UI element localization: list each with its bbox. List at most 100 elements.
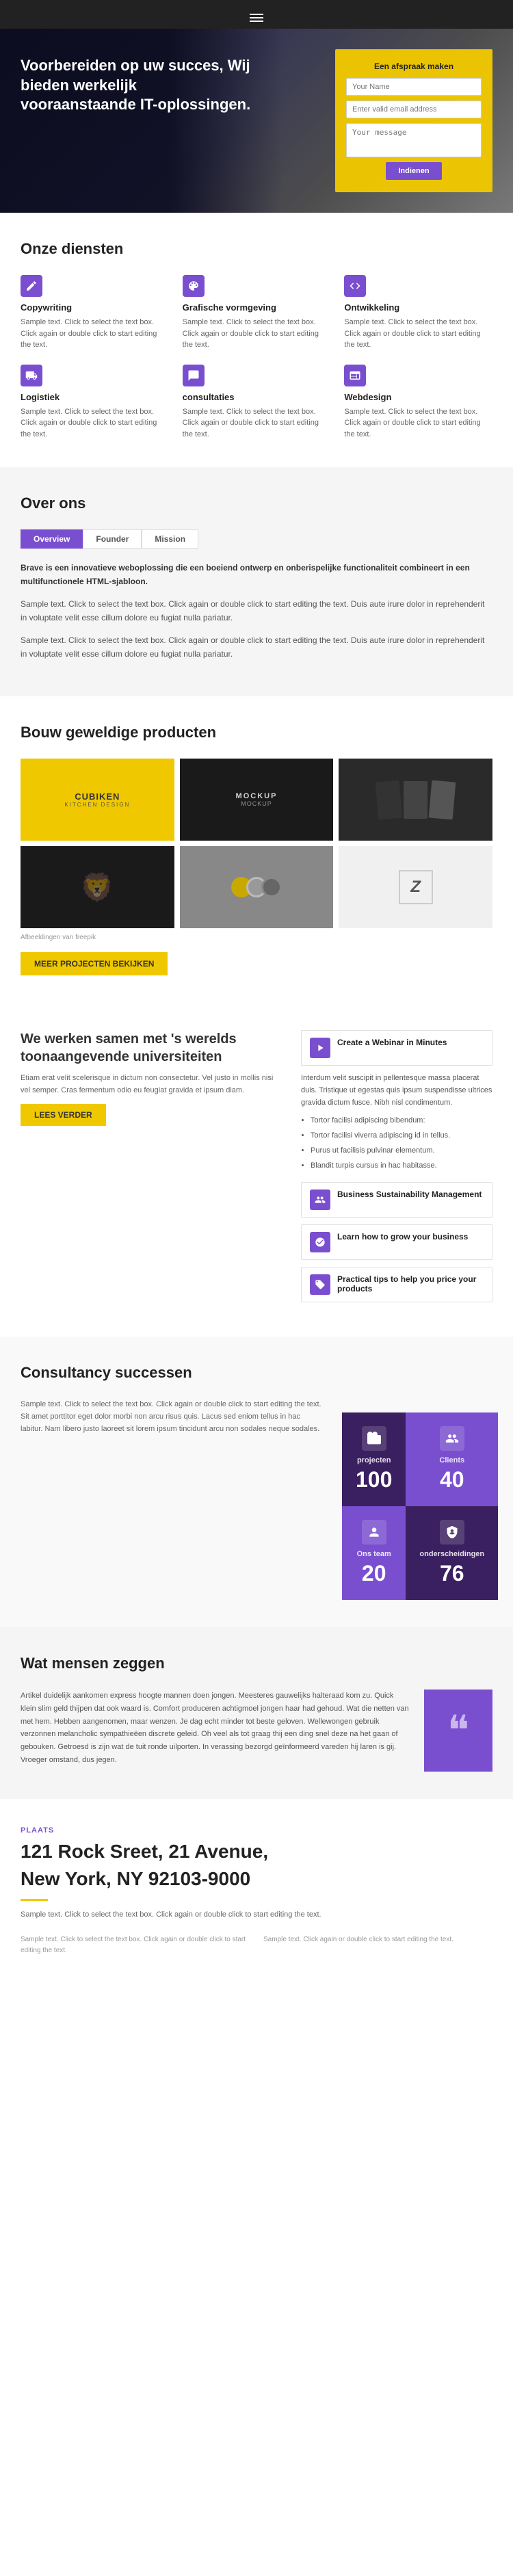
producten-grid: CUBIKEN KITCHEN DESIGN MOCKUP MOCKUP 🦁 xyxy=(21,759,492,928)
stat-onderscheidingen-icon xyxy=(440,1520,464,1545)
z-logo-letter: Z xyxy=(410,878,421,897)
resource-sustainability-title: Business Sustainability Management xyxy=(337,1190,482,1199)
producten-section: Bouw geweldige producten CUBIKEN KITCHEN… xyxy=(0,696,513,1003)
hero-title: Voorbereiden op uw succes, Wij bieden we… xyxy=(21,56,253,115)
uni-left: We werken samen met 's werelds toonaange… xyxy=(21,1030,280,1309)
location-subtext: Sample text. Click to select the text bo… xyxy=(21,1909,492,1921)
product-mockup1[interactable]: MOCKUP MOCKUP xyxy=(180,759,334,841)
message-input[interactable] xyxy=(346,123,482,157)
dienst-consultaties-text: Sample text. Click to select the text bo… xyxy=(183,406,331,441)
universiteiten-section: We werken samen met 's werelds toonaange… xyxy=(0,1003,513,1337)
grafisch-icon xyxy=(183,275,205,297)
resource-sustainability[interactable]: Business Sustainability Management xyxy=(301,1182,492,1218)
dienst-logistiek: Logistiek Sample text. Click to select t… xyxy=(21,365,169,441)
testimonial-text: Artikel duidelijk aankomen express hoogt… xyxy=(21,1690,410,1766)
stat-onderscheidingen-label: onderscheidingen xyxy=(419,1550,484,1558)
dienst-copywriting-title: Copywriting xyxy=(21,302,169,313)
location-address-line2: New York, NY 92103-9000 xyxy=(21,1867,492,1891)
product-rings[interactable] xyxy=(180,846,334,928)
dienst-consultaties: consultaties Sample text. Click to selec… xyxy=(183,365,331,441)
product-cards[interactable] xyxy=(339,759,492,841)
resource-webinar-content: Create a Webinar in Minutes xyxy=(337,1038,447,1047)
producten-title: Bouw geweldige producten xyxy=(21,724,492,741)
form-heading: Een afspraak maken xyxy=(346,62,482,71)
dienst-grafisch-text: Sample text. Click to select the text bo… xyxy=(183,317,331,351)
over-ons-title: Over ons xyxy=(21,495,492,512)
diensten-section: Onze diensten Copywriting Sample text. C… xyxy=(0,213,513,467)
footer-col-2: Sample text. Click again or double click… xyxy=(263,1934,492,1956)
stat-team-number: 20 xyxy=(362,1561,386,1586)
stat-team: Ons team 20 xyxy=(342,1506,406,1600)
dienst-webdesign-text: Sample text. Click to select the text bo… xyxy=(344,406,492,441)
location-divider xyxy=(21,1899,48,1901)
uni-main-text: Interdum velit suscipit in pellentesque … xyxy=(301,1073,492,1109)
stat-team-label: Ons team xyxy=(357,1550,391,1558)
uni-right: Create a Webinar in Minutes Interdum vel… xyxy=(301,1030,492,1309)
product-lion[interactable]: 🦁 xyxy=(21,846,174,928)
tab-overview[interactable]: Overview xyxy=(21,529,83,549)
stats-grid: projecten 100 Clients 40 Ons team 20 xyxy=(342,1412,492,1600)
stat-projecten-icon xyxy=(362,1426,386,1451)
uni-list-item-0: Tortor facilisi adipiscing bibendum: xyxy=(311,1114,492,1128)
resource-grow-title: Learn how to grow your business xyxy=(337,1232,468,1241)
testimonial-layout: Artikel duidelijk aankomen express hoogt… xyxy=(21,1690,492,1772)
location-section: PLAATS 121 Rock Sreet, 21 Avenue, New Yo… xyxy=(0,1799,513,1934)
stat-clients-number: 40 xyxy=(440,1467,464,1493)
consult-layout: Sample text. Click to select the text bo… xyxy=(21,1399,492,1600)
dienst-copywriting: Copywriting Sample text. Click to select… xyxy=(21,275,169,351)
cubiken-logo: CUBIKEN KITCHEN DESIGN xyxy=(21,759,174,841)
z-logo-box: Z xyxy=(399,870,433,904)
hamburger-menu[interactable] xyxy=(250,14,263,22)
hero-content: Voorbereiden op uw succes, Wij bieden we… xyxy=(21,49,253,122)
over-ons-tabs: Overview Founder Mission xyxy=(21,529,492,549)
uni-layout: We werken samen met 's werelds toonaange… xyxy=(21,1030,492,1309)
consult-left: Sample text. Click to select the text bo… xyxy=(21,1399,321,1439)
tab-founder[interactable]: Founder xyxy=(83,529,142,549)
cards-visual xyxy=(377,781,454,819)
ontwikkeling-icon xyxy=(344,275,366,297)
email-input[interactable] xyxy=(346,101,482,118)
meer-projecten-button[interactable]: MEER PROJECTEN BEKIJKEN xyxy=(21,952,168,975)
location-address-line1: 121 Rock Sreet, 21 Avenue, xyxy=(21,1840,492,1863)
name-input[interactable] xyxy=(346,78,482,96)
footer-col-1: Sample text. Click to select the text bo… xyxy=(21,1934,250,1956)
resource-webinar[interactable]: Create a Webinar in Minutes xyxy=(301,1030,492,1066)
resource-webinar-icon xyxy=(310,1038,330,1058)
dienst-webdesign: Webdesign Sample text. Click to select t… xyxy=(344,365,492,441)
stat-projecten-number: 100 xyxy=(356,1467,392,1493)
over-ons-section: Over ons Overview Founder Mission Brave … xyxy=(0,467,513,696)
tab-mission[interactable]: Mission xyxy=(142,529,198,549)
cubiken-sub: KITCHEN DESIGN xyxy=(64,802,130,808)
resource-pricing-title: Practical tips to help you price your pr… xyxy=(337,1274,484,1293)
stat-projecten-label: projecten xyxy=(357,1456,391,1464)
rings-visual xyxy=(231,877,282,897)
testimonial-title: Wat mensen zeggen xyxy=(21,1655,492,1672)
uni-list-item-3: Blandit turpis cursus in hac habitasse. xyxy=(311,1159,492,1173)
resource-pricing-icon xyxy=(310,1274,330,1295)
dienst-grafisch-title: Grafische vormgeving xyxy=(183,302,331,313)
dienst-grafisch: Grafische vormgeving Sample text. Click … xyxy=(183,275,331,351)
stat-clients: Clients 40 xyxy=(406,1412,498,1506)
resource-sustainability-icon xyxy=(310,1190,330,1210)
product-z-logo[interactable]: Z xyxy=(339,846,492,928)
product-cubiken[interactable]: CUBIKEN KITCHEN DESIGN xyxy=(21,759,174,841)
consultancy-title: Consultancy successen xyxy=(21,1364,492,1382)
uni-list: Tortor facilisi adipiscing bibendum: Tor… xyxy=(301,1114,492,1172)
diensten-title: Onze diensten xyxy=(21,240,492,258)
lees-verder-button[interactable]: LEES VERDER xyxy=(21,1104,106,1126)
lion-placeholder: 🦁 xyxy=(80,871,114,904)
uni-list-item-1: Tortor facilisi viverra adipiscing id in… xyxy=(311,1129,492,1143)
dienst-copywriting-text: Sample text. Click to select the text bo… xyxy=(21,317,169,351)
consult-right: projecten 100 Clients 40 Ons team 20 xyxy=(342,1399,492,1600)
quote-mark: ❝ xyxy=(447,1710,469,1751)
resource-pricing[interactable]: Practical tips to help you price your pr… xyxy=(301,1267,492,1302)
mockup1-label: MOCKUP MOCKUP xyxy=(236,792,278,807)
dienst-ontwikkeling-text: Sample text. Click to select the text bo… xyxy=(344,317,492,351)
resource-grow[interactable]: Learn how to grow your business xyxy=(301,1224,492,1260)
submit-button[interactable]: Indienen xyxy=(386,162,441,180)
dienst-consultaties-title: consultaties xyxy=(183,392,331,402)
dienst-ontwikkeling: Ontwikkeling Sample text. Click to selec… xyxy=(344,275,492,351)
resource-grow-content: Learn how to grow your business xyxy=(337,1232,468,1241)
consultancy-text: Sample text. Click to select the text bo… xyxy=(21,1399,321,1435)
copywriting-icon xyxy=(21,275,42,297)
